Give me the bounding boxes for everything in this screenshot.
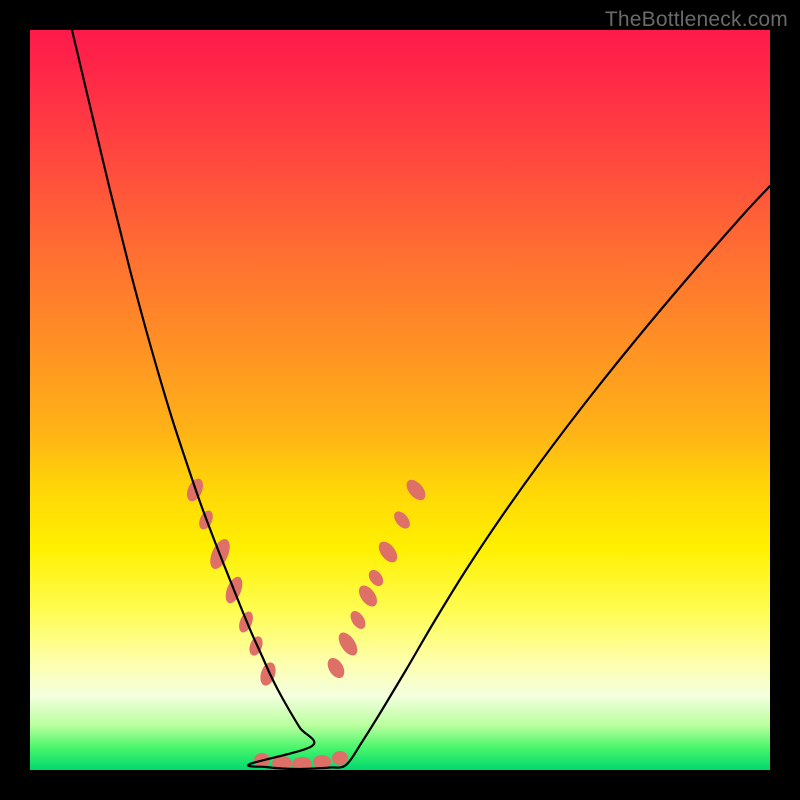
chart-frame: TheBottleneck.com	[0, 0, 800, 800]
curve-marker	[366, 567, 386, 589]
marker-layer	[184, 476, 429, 770]
curve-marker	[347, 608, 368, 631]
plot-area	[30, 30, 770, 770]
curve-marker	[335, 629, 361, 658]
watermark-text: TheBottleneck.com	[605, 8, 788, 32]
curve-marker	[375, 538, 401, 566]
chart-svg	[30, 30, 770, 770]
curve-marker	[247, 635, 265, 658]
curve-marker	[332, 751, 348, 765]
curve-marker	[403, 476, 429, 503]
curve-marker	[324, 655, 348, 681]
curve-marker	[391, 508, 413, 531]
bottleneck-curve	[72, 30, 770, 769]
curve-marker	[355, 582, 380, 610]
